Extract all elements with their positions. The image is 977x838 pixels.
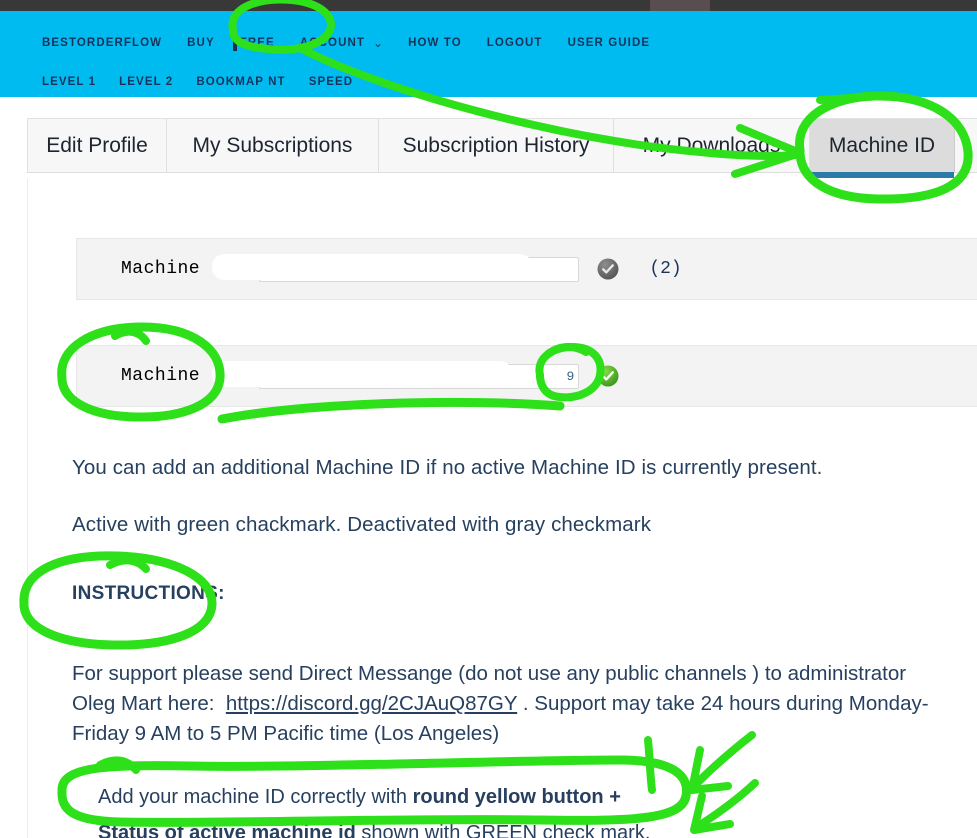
text-cursor-indicator [233,35,237,51]
bottom-line-2-bold: Status of active machine id [98,822,356,838]
machine-id-count: (2) [649,259,682,279]
nav-primary: BESTORDERFLOW BUY FREE ACCOUNT ⌄ HOW TO … [42,33,675,53]
tab-label: Edit Profile [46,133,148,157]
chevron-down-icon[interactable]: ⌄ [373,36,383,50]
nav-item-bestorderflow[interactable]: BESTORDERFLOW [42,37,162,49]
nav-item-logout[interactable]: LOGOUT [487,37,543,49]
tab-subscription-history[interactable]: Subscription History [379,119,614,172]
support-line-2-prefix: Oleg Mart here: [72,692,215,715]
site-navbar: BESTORDERFLOW BUY FREE ACCOUNT ⌄ HOW TO … [0,11,977,97]
green-check-badge-icon[interactable] [597,365,619,387]
tab-label: Machine ID [828,133,936,157]
browser-tab[interactable] [650,0,710,11]
tab-label: My Subscriptions [192,133,353,157]
nav-item-buy[interactable]: BUY [187,37,215,49]
browser-chrome-strip [0,0,977,11]
support-line-3: Friday 9 AM to 5 PM Pacific time (Los An… [72,722,500,745]
note-checkmark-legend: Active with green chackmark. Deactivated… [72,513,652,536]
account-tab-strip: Edit Profile My Subscriptions Subscripti… [27,118,977,178]
nav-item-account[interactable]: ACCOUNT [300,37,365,49]
tab-label: Subscription History [402,133,590,157]
bottom-line-1-bold: round yellow button + [412,786,621,808]
bottom-instruction-paragraph: Add your machine ID correctly with round… [98,779,977,838]
tab-my-downloads[interactable]: My Downloads [614,119,810,172]
redaction-overlay [212,361,512,387]
tab-my-subscriptions[interactable]: My Subscriptions [167,119,379,172]
nav-item-how-to[interactable]: HOW TO [408,37,462,49]
tab-label: My Downloads [642,133,781,157]
bottom-line-2: Status of active machine id shown with G… [98,815,977,838]
nav-item-level-2[interactable]: LEVEL 2 [119,76,173,88]
support-line-2-suffix: . Support may take 24 hours during Monda… [522,692,929,715]
nav-item-free[interactable]: FREE [240,37,275,49]
tab-edit-profile[interactable]: Edit Profile [28,119,167,172]
nav-secondary: LEVEL 1 LEVEL 2 BOOKMAP NT SPEED [42,72,376,92]
nav-item-level-1[interactable]: LEVEL 1 [42,76,96,88]
discord-invite-link[interactable]: https://discord.gg/2CJAuQ87GY [226,692,517,715]
gray-check-badge-icon[interactable] [597,258,619,280]
note-add-additional: You can add an additional Machine ID if … [72,456,823,479]
nav-item-speed[interactable]: SPEED [309,76,354,88]
bottom-line-1: Add your machine ID correctly with round… [98,779,977,815]
support-paragraph: For support please send Direct Messange … [72,659,977,749]
tab-machine-id[interactable]: Machine ID [810,119,955,178]
support-line-2: Oleg Mart here: https://discord.gg/2CJAu… [72,689,977,719]
nav-item-bookmap-nt[interactable]: BOOKMAP NT [196,76,285,88]
machine-id-panel: Machine ID: (2) Machine ID: 9 You can ad… [27,179,977,838]
instructions-heading: INSTRUCTIONS: [72,583,225,604]
support-line-1: For support please send Direct Messange … [72,662,907,685]
redaction-overlay [212,254,532,280]
page-root: BESTORDERFLOW BUY FREE ACCOUNT ⌄ HOW TO … [0,0,977,838]
bottom-line-1-normal: Add your machine ID correctly with [98,786,413,808]
nav-item-user-guide[interactable]: USER GUIDE [568,37,651,49]
bottom-line-2-normal: shown with GREEN check mark. [355,822,651,838]
